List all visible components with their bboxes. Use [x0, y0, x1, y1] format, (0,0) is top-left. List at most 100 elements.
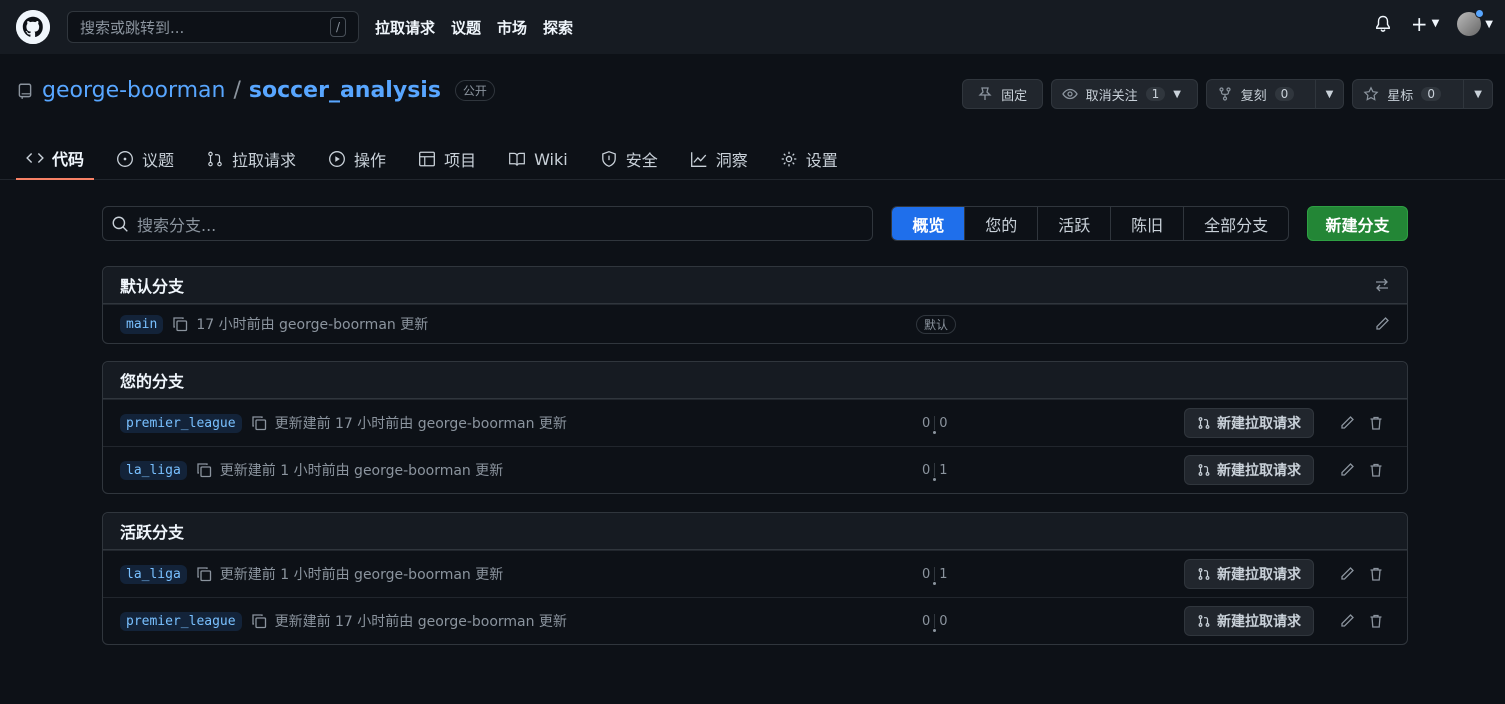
ahead-count: 1	[939, 462, 948, 478]
create-new-dropdown[interactable]: + ▼	[1411, 14, 1439, 34]
ahead-behind-count: 0 1	[922, 462, 948, 481]
new-pull-request-label: 新建拉取请求	[1217, 614, 1301, 630]
behind-count: 0	[922, 462, 931, 478]
new-branch-button[interactable]: 新建分支	[1307, 206, 1408, 241]
section-title: 您的分支	[120, 372, 185, 391]
chevron-down-icon: ▼	[1325, 88, 1334, 100]
new-pull-request-button[interactable]: 新建拉取请求	[1184, 455, 1314, 485]
branch-filter-bar: 搜索分支... 概览 您的 活跃 陈旧 全部分支 新建分支	[102, 206, 1408, 241]
branch-search-input[interactable]: 搜索分支...	[102, 206, 874, 241]
branch-updated-meta: 更新建前 17 小时前由 george-boorman 更新	[274, 416, 567, 432]
watch-label: 取消关注	[1085, 88, 1138, 104]
behind-count: 0	[922, 566, 931, 582]
watch-button[interactable]: 取消关注 1 ▼	[1050, 79, 1198, 109]
section-title: 活跃分支	[120, 523, 185, 542]
trash-icon[interactable]	[1368, 566, 1384, 582]
star-icon	[1363, 86, 1379, 102]
trash-icon[interactable]	[1368, 613, 1384, 629]
filter-overview[interactable]: 概览	[892, 207, 966, 240]
nav-pull-requests[interactable]: 拉取请求	[375, 17, 435, 38]
tab-actions[interactable]: 操作	[318, 138, 396, 180]
active-branches-box: 活跃分支 la_liga 更新建前 1 小时前由 george-boorman …	[102, 512, 1408, 645]
tab-pull-requests[interactable]: 拉取请求	[196, 138, 306, 180]
fork-count: 0	[1274, 87, 1295, 101]
bell-icon[interactable]	[1373, 14, 1393, 34]
switch-default-branch-icon[interactable]	[1374, 277, 1390, 293]
fork-dropdown-button[interactable]: ▼	[1315, 79, 1345, 109]
repo-icon	[16, 82, 34, 100]
pull-request-icon	[1197, 463, 1211, 477]
nav-marketplace[interactable]: 市场	[497, 17, 527, 38]
copy-icon[interactable]	[251, 613, 267, 629]
star-label: 星标	[1387, 88, 1414, 104]
new-pull-request-button[interactable]: 新建拉取请求	[1184, 606, 1314, 636]
filter-stale[interactable]: 陈旧	[1111, 207, 1185, 240]
repo-owner-link[interactable]: george-boorman	[42, 78, 225, 103]
tab-issues[interactable]: 议题	[106, 138, 184, 180]
pencil-icon[interactable]	[1339, 566, 1355, 582]
tab-settings[interactable]: 设置	[770, 138, 848, 180]
branch-name-link[interactable]: main	[120, 314, 164, 334]
tab-projects-label: 项目	[444, 151, 477, 170]
pencil-icon[interactable]	[1339, 415, 1355, 431]
user-menu[interactable]: ▼	[1457, 9, 1493, 36]
filter-yours[interactable]: 您的	[965, 207, 1039, 240]
star-button[interactable]: 星标 0	[1352, 79, 1465, 109]
branch-updated-meta: 更新建前 17 小时前由 george-boorman 更新	[274, 614, 567, 630]
eye-icon	[1062, 86, 1078, 102]
github-logo-icon[interactable]	[16, 10, 50, 44]
new-pull-request-button[interactable]: 新建拉取请求	[1184, 559, 1314, 589]
code-icon	[26, 149, 44, 167]
ahead-behind-count: 0 1	[922, 566, 948, 585]
new-pull-request-button[interactable]: 新建拉取请求	[1184, 408, 1314, 438]
tab-issues-label: 议题	[142, 151, 175, 170]
tab-projects[interactable]: 项目	[408, 138, 486, 180]
branch-name-link[interactable]: premier_league	[120, 413, 242, 433]
new-pull-request-label: 新建拉取请求	[1217, 416, 1301, 432]
default-branch-box: 默认分支 main 17 小时前由 george-boorman 更新 默认	[102, 266, 1408, 344]
tab-wiki-label: Wiki	[534, 149, 568, 169]
copy-icon[interactable]	[251, 415, 267, 431]
repo-name-link[interactable]: soccer_analysis	[249, 78, 441, 103]
pencil-icon[interactable]	[1339, 613, 1355, 629]
tab-security[interactable]: 安全	[590, 138, 668, 180]
copy-icon[interactable]	[172, 316, 188, 332]
pull-request-icon	[1197, 567, 1211, 581]
star-dropdown-button[interactable]: ▼	[1464, 79, 1493, 109]
branch-name-link[interactable]: la_liga	[120, 564, 187, 584]
pencil-icon[interactable]	[1374, 316, 1390, 332]
shield-icon	[600, 150, 618, 168]
graph-icon	[690, 150, 708, 168]
play-icon	[328, 150, 346, 168]
behind-count: 0	[922, 415, 931, 431]
nav-explore[interactable]: 探索	[543, 17, 573, 38]
filter-all[interactable]: 全部分支	[1184, 207, 1288, 240]
list-item: premier_league 更新建前 17 小时前由 george-boorm…	[103, 597, 1407, 644]
copy-icon[interactable]	[196, 462, 212, 478]
tab-code[interactable]: 代码	[16, 138, 95, 180]
ahead-behind-divider	[933, 614, 937, 632]
filter-active[interactable]: 活跃	[1038, 207, 1112, 240]
copy-icon[interactable]	[196, 566, 212, 582]
fork-button[interactable]: 复刻 0	[1205, 79, 1316, 109]
branch-name-link[interactable]: la_liga	[120, 460, 187, 480]
new-pull-request-label: 新建拉取请求	[1217, 567, 1301, 583]
gear-icon	[781, 151, 797, 167]
your-branches-box: 您的分支 premier_league 更新建前 17 小时前由 george-…	[102, 361, 1408, 494]
global-search-input[interactable]: 搜索或跳转到... /	[67, 11, 359, 43]
pin-button[interactable]: 固定	[961, 79, 1043, 109]
pencil-icon[interactable]	[1339, 462, 1355, 478]
repo-header: george-boorman / soccer_analysis 公开 固定 取…	[0, 54, 1505, 180]
tab-insights[interactable]: 洞察	[680, 138, 758, 180]
branch-name-link[interactable]: premier_league	[120, 611, 242, 631]
list-item: premier_league 更新建前 17 小时前由 george-boorm…	[103, 399, 1407, 446]
tab-wiki[interactable]: Wiki	[498, 138, 578, 180]
branch-updated-meta: 更新建前 1 小时前由 george-boorman 更新	[219, 567, 504, 583]
nav-issues[interactable]: 议题	[451, 17, 481, 38]
list-item: la_liga 更新建前 1 小时前由 george-boorman 更新 0 …	[103, 550, 1407, 597]
fork-icon	[1217, 86, 1233, 102]
trash-icon[interactable]	[1368, 462, 1384, 478]
trash-icon[interactable]	[1368, 415, 1384, 431]
book-icon	[508, 150, 526, 168]
pin-label: 固定	[1001, 88, 1028, 104]
